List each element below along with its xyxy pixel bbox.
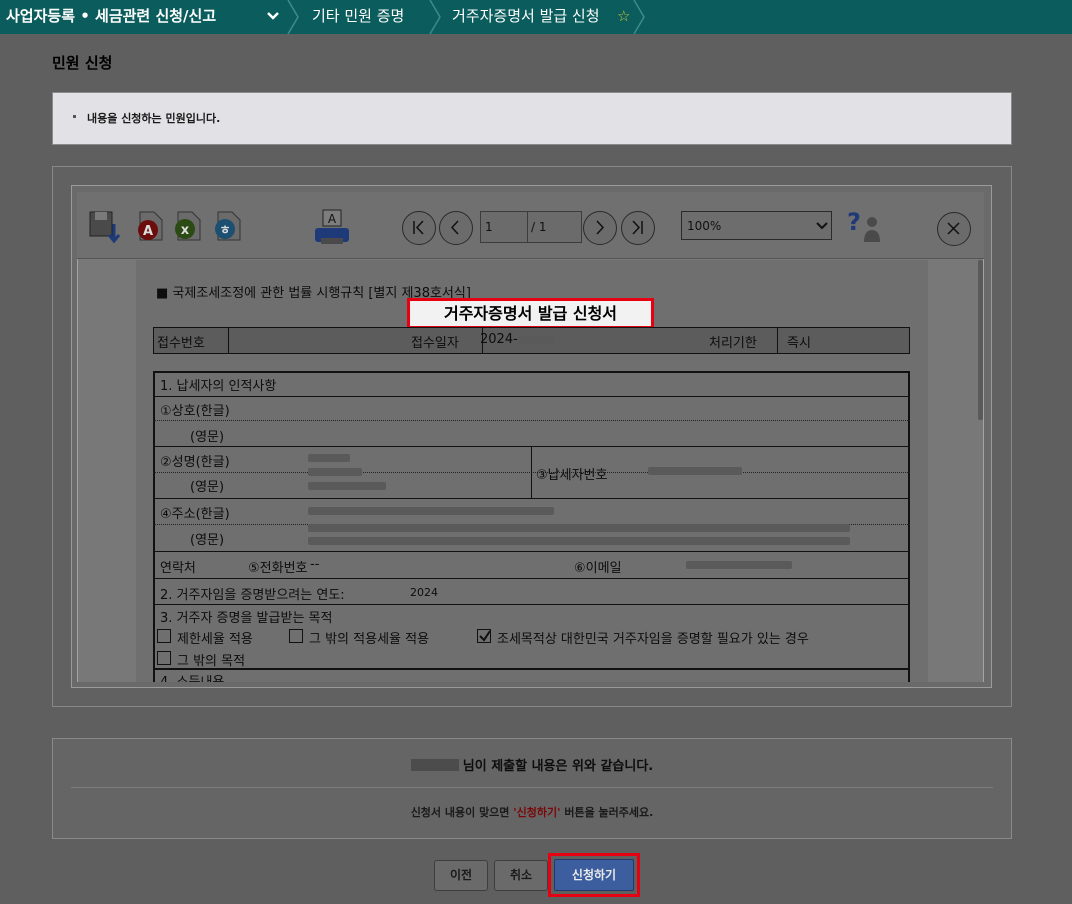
apply-button[interactable]: 신청하기 (554, 859, 634, 891)
chevron-down-icon[interactable] (266, 9, 280, 23)
purpose-limited-tax-rate: 제한세율 적용 (177, 632, 253, 647)
close-viewer-button[interactable] (937, 212, 971, 246)
svg-text:x: x (181, 223, 190, 238)
name-english-label: (영문) (190, 480, 225, 495)
email-label: ⑥이메일 (574, 561, 622, 576)
submission-summary: 님이 제출할 내용은 위와 같습니다. 신청서 내용이 맞으면 '신청하기' 버… (52, 738, 1012, 839)
page-total: / 1 (531, 220, 547, 234)
favorite-star-icon[interactable]: ☆ (617, 7, 630, 25)
summary-line-1: 님이 제출할 내용은 위와 같습니다. (53, 755, 1011, 774)
hwp-icon[interactable]: ㅎ (210, 210, 244, 244)
processing-value: 즉시 (787, 336, 811, 351)
next-page-button[interactable] (583, 211, 617, 245)
svg-text:A: A (143, 224, 153, 239)
document-scrollbar[interactable] (978, 260, 983, 420)
document-viewport[interactable]: ■ 국제조세조정에 관한 법률 시행규칙 [별지 제38호서식] 거주자증명서 … (78, 260, 983, 682)
purpose-residency-proof: 조세목적상 대한민국 거주자임을 증명할 필요가 있는 경우 (497, 632, 809, 647)
close-icon (947, 222, 960, 235)
phone-value: -- (310, 557, 320, 572)
breadcrumb-separator-icon (633, 0, 645, 34)
top-navigation: 사업자등록 • 세금관련 신청/신고 기타 민원 증명 거주자증명서 발급 신청… (0, 0, 1072, 34)
trade-name-english-label: (영문) (190, 430, 225, 445)
chevron-down-icon (816, 222, 828, 230)
zoom-value: 100% (687, 219, 722, 233)
receipt-date-value: 2024- (480, 332, 518, 347)
first-page-button[interactable] (402, 211, 436, 245)
page-indicator: 1 / 1 (480, 211, 582, 243)
breadcrumb-current-page: 거주자증명서 발급 신청 (452, 7, 600, 25)
prev-button[interactable]: 이전 (434, 860, 488, 891)
certification-year: 2024 (410, 586, 438, 599)
section-2-heading: 2. 거주자임을 증명받으려는 연도: (160, 588, 345, 603)
excel-icon[interactable]: x (170, 210, 204, 244)
checkbox-limited-tax-rate[interactable] (157, 629, 171, 643)
bullet-icon (73, 115, 76, 118)
pdf-icon[interactable]: A (134, 210, 166, 244)
svg-text:?: ? (847, 208, 861, 236)
trade-name-label: ①상호(한글) (160, 404, 230, 419)
cancel-button[interactable]: 취소 (494, 860, 548, 891)
first-page-icon (413, 220, 424, 235)
print-icon[interactable]: A (313, 208, 351, 248)
breadcrumb-tax-registration[interactable]: 사업자등록 • 세금관련 신청/신고 (6, 0, 216, 34)
checkbox-other-purpose[interactable] (157, 651, 171, 665)
purpose-other-tax-rate: 그 밖의 적용세율 적용 (309, 632, 430, 647)
document-title: 거주자증명서 발급 신청서 (407, 298, 654, 329)
page-title: 민원 신청 (52, 54, 113, 72)
page-current-input[interactable]: 1 (485, 220, 493, 234)
breadcrumb-separator-icon (287, 0, 299, 34)
receipt-no-label: 접수번호 (157, 336, 205, 351)
notice-box: 내용을 신청하는 민원입니다. (52, 92, 1012, 145)
checkbox-residency-proof[interactable] (477, 629, 491, 643)
help-icon[interactable]: ? (846, 208, 882, 244)
phone-label: ⑤전화번호 (248, 561, 308, 576)
next-page-icon (596, 220, 605, 235)
contact-label: 연락처 (160, 561, 196, 576)
svg-text:A: A (328, 212, 337, 226)
section-3-heading: 3. 거주자 증명을 발급받는 목적 (160, 611, 333, 626)
apply-highlight-text: '신청하기' (513, 806, 561, 819)
address-english-label: (영문) (190, 533, 225, 548)
checkmark-icon (479, 630, 491, 642)
section-1-heading: 1. 납세자의 인적사항 (160, 379, 277, 394)
last-page-icon (632, 220, 643, 235)
taxpayer-no-label: ③납세자번호 (536, 468, 608, 483)
last-page-button[interactable] (621, 211, 655, 245)
prev-page-button[interactable] (439, 211, 473, 245)
address-label: ④주소(한글) (160, 507, 230, 522)
name-label: ②성명(한글) (160, 455, 230, 470)
save-icon[interactable] (88, 210, 124, 246)
summary-line-2: 신청서 내용이 맞으면 '신청하기' 버튼을 눌러주세요. (410, 806, 654, 819)
receipt-date-label: 접수일자 (411, 336, 459, 351)
blurred-name (410, 759, 459, 771)
processing-label: 처리기한 (709, 336, 757, 351)
svg-text:ㅎ: ㅎ (219, 223, 230, 237)
section-4-heading: 4. 소득내용 (160, 671, 224, 682)
prev-page-icon (450, 220, 459, 235)
purpose-other: 그 밖의 목적 (177, 654, 246, 669)
checkbox-other-tax-rate[interactable] (289, 629, 303, 643)
breadcrumb-separator-icon (429, 0, 441, 34)
zoom-select[interactable]: 100% (681, 211, 832, 240)
breadcrumb-other-certificates[interactable]: 기타 민원 증명 (312, 0, 404, 34)
notice-text: 내용을 신청하는 민원입니다. (87, 112, 221, 125)
